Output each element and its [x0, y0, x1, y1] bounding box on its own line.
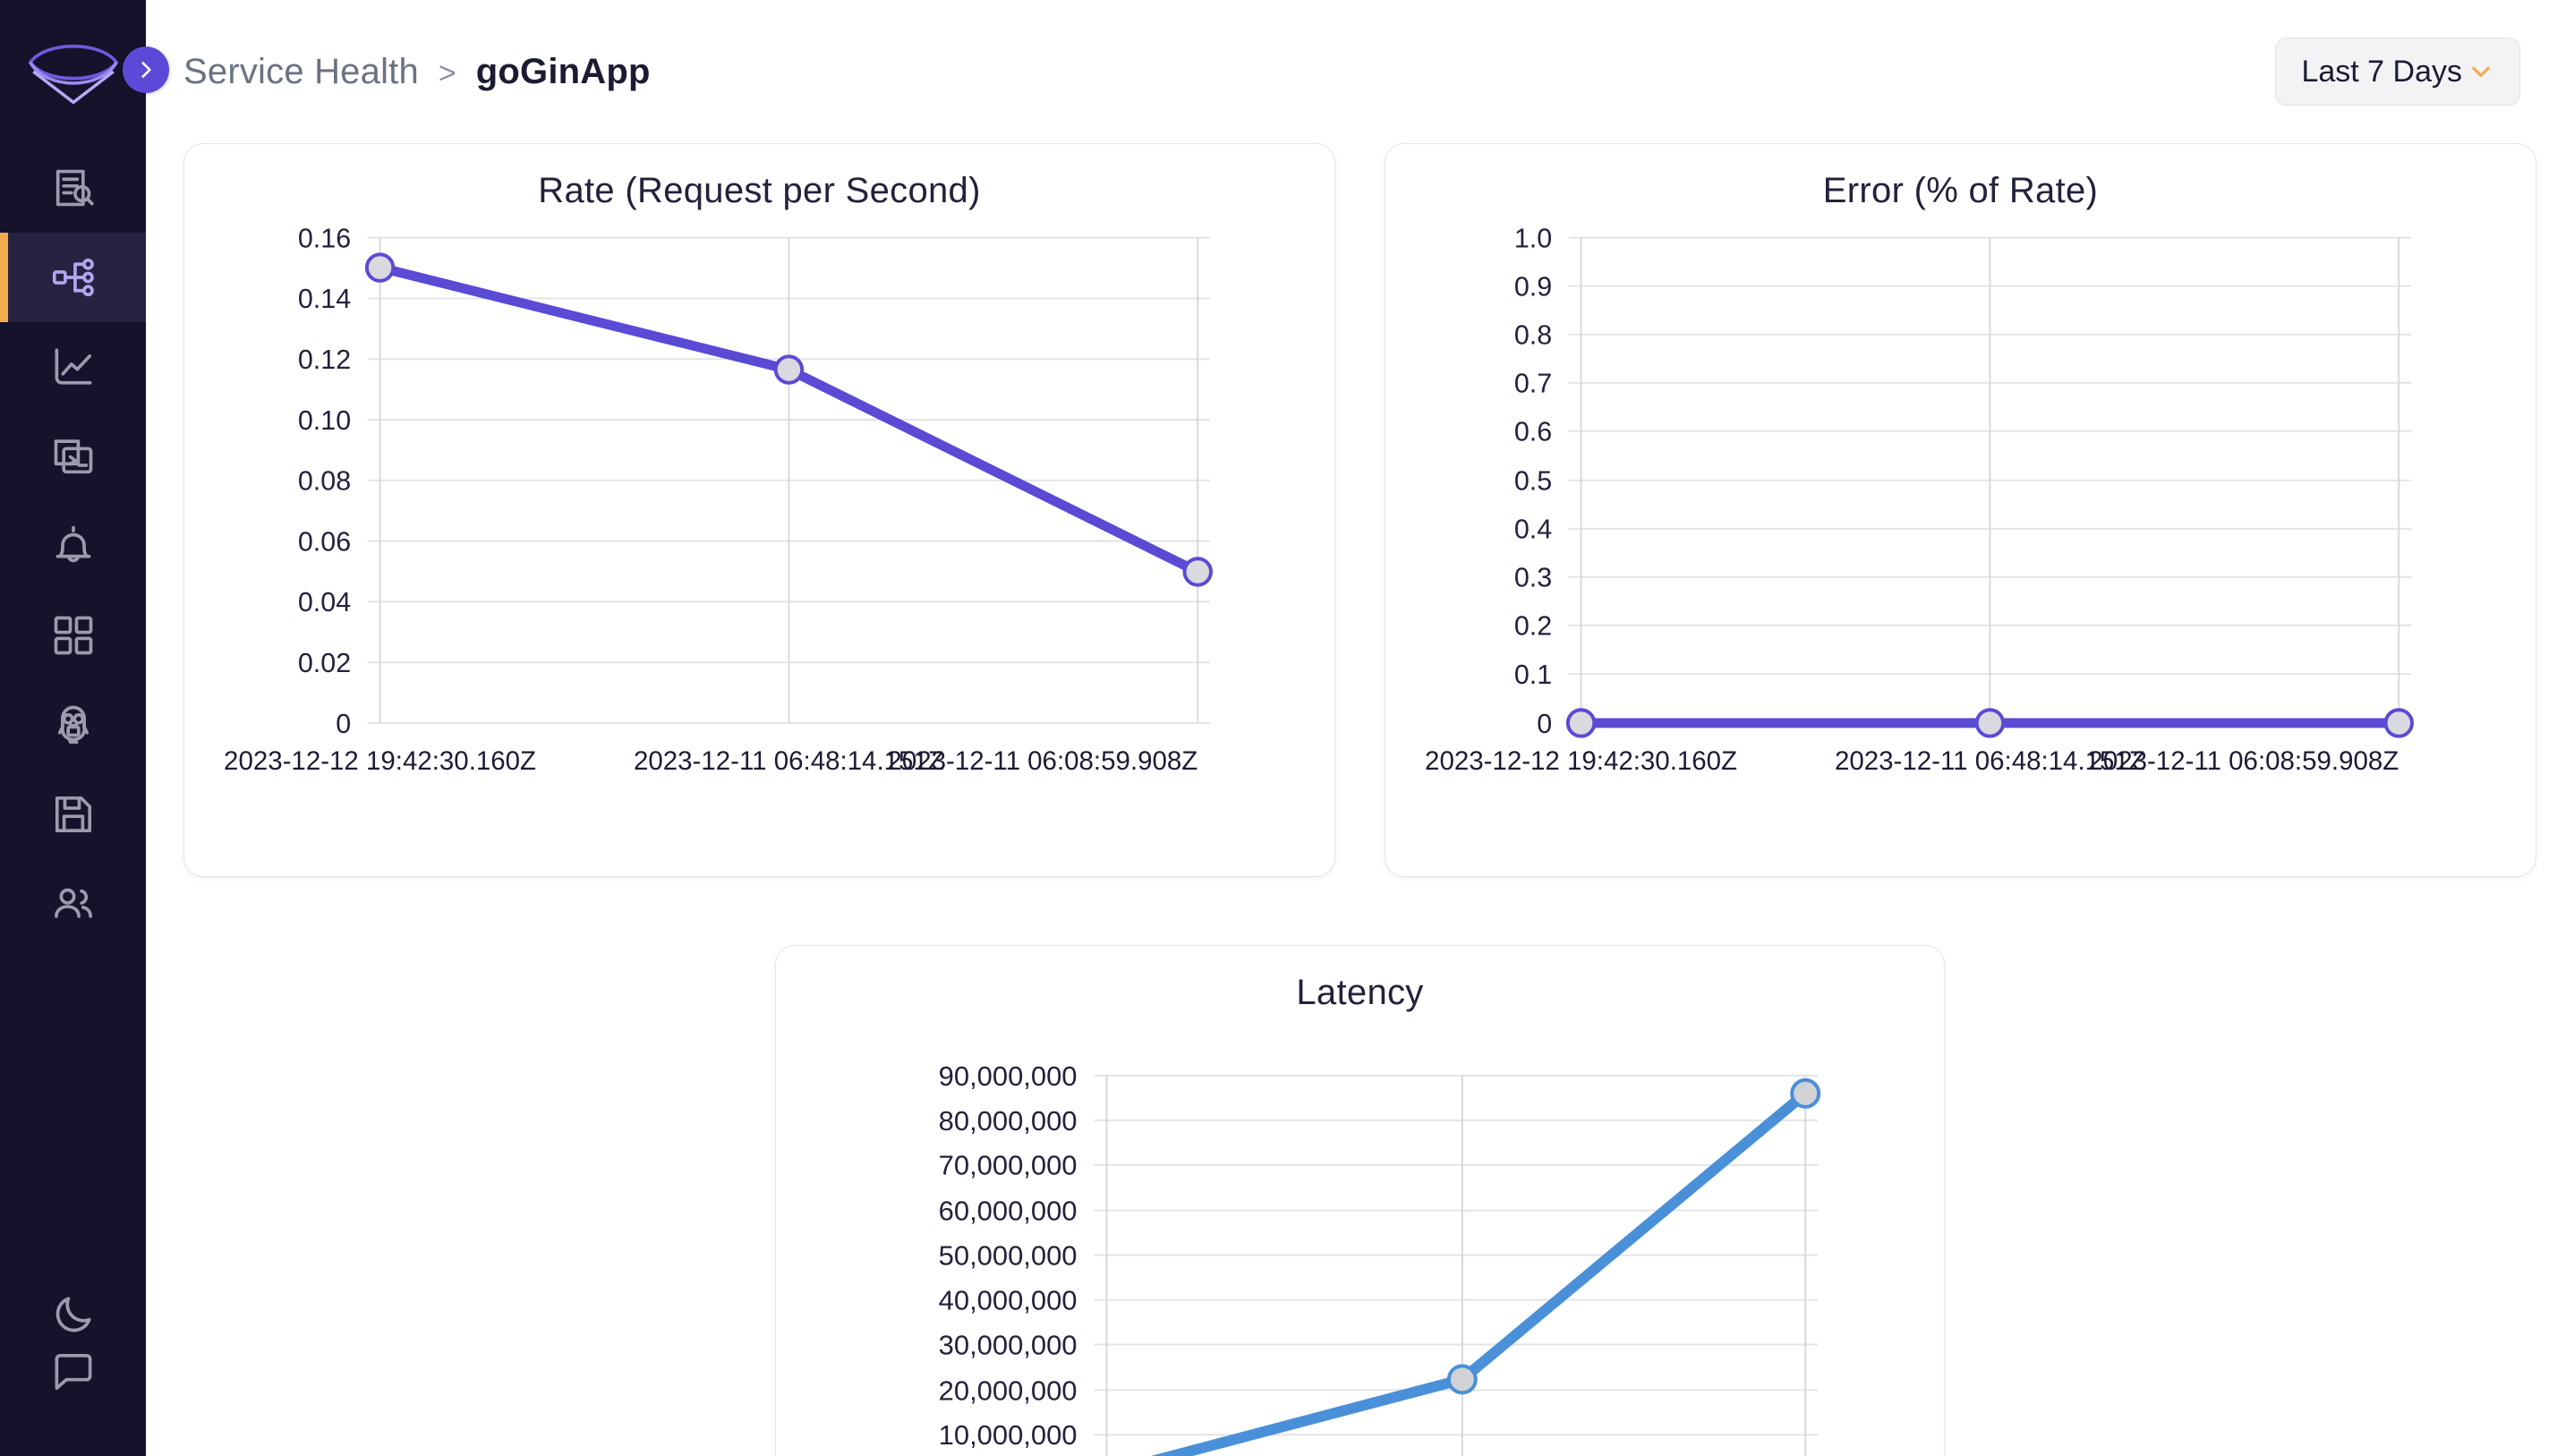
- sidebar-bottom-nav: [0, 1286, 146, 1456]
- rate-chart-card: Rate (Request per Second) 0.16 0.14 0.12…: [183, 143, 1335, 877]
- bell-alerts-icon: [55, 525, 90, 563]
- error-ytick: 0.8: [1514, 320, 1552, 351]
- error-chart-title: Error (% of Rate): [1822, 171, 2099, 210]
- chevron-right-icon: [141, 62, 151, 78]
- error-ytick: 0.3: [1514, 563, 1552, 593]
- sidebar-logo[interactable]: [0, 0, 169, 143]
- error-ytick: 0.7: [1514, 369, 1552, 399]
- sidebar-item-team[interactable]: [0, 859, 146, 949]
- sidebar-item-dashboards[interactable]: [0, 591, 146, 680]
- error-ytick: 0: [1537, 709, 1552, 739]
- sidebar-item-feedback[interactable]: [0, 1343, 146, 1401]
- latency-ytick: 10,000,000: [939, 1419, 1078, 1451]
- error-ytick: 0.2: [1514, 611, 1552, 642]
- log-search-icon: [55, 169, 94, 207]
- breadcrumb-separator: >: [438, 55, 456, 90]
- sidebar-nav: [0, 143, 146, 949]
- breadcrumb: Service Health > goGinApp: [183, 52, 651, 92]
- chevron-down-icon: [2472, 66, 2490, 77]
- latency-ytick: 50,000,000: [939, 1240, 1078, 1272]
- error-ytick: 0.9: [1514, 271, 1552, 302]
- save-disk-icon: [55, 796, 91, 833]
- latency-ytick: 70,000,000: [939, 1150, 1078, 1181]
- sidebar-item-console[interactable]: [0, 412, 146, 501]
- latency-chart-card: Latency 90,000,000 80,000,000 70,000,000…: [775, 945, 1945, 1456]
- app-root: Service Health > goGinApp Last 7 Days Ra…: [0, 0, 2574, 1456]
- top-bar: Service Health > goGinApp Last 7 Days: [146, 0, 2574, 143]
- moon-dark-mode-icon: [55, 1297, 91, 1333]
- error-xtick: 2023-12-12 19:42:30.160Z: [1425, 746, 1737, 776]
- error-chart-plot: 1.0 0.9 0.8 0.7 0.6 0.5 0.4 0.3 0.2 0.1 …: [1425, 223, 2414, 776]
- rate-ytick: 0.06: [298, 526, 351, 557]
- error-xtick: 2023-12-11 06:08:59.908Z: [2088, 746, 2399, 776]
- team-users-icon: [54, 888, 92, 918]
- rate-ytick: 0.16: [298, 223, 351, 253]
- service-map-icon: [52, 258, 94, 297]
- latency-ytick: 90,000,000: [939, 1060, 1078, 1092]
- rate-chart-plot: 0.16 0.14 0.12 0.10 0.08 0.06 0.04 0.02 …: [224, 223, 1213, 776]
- sidebar-item-service-health[interactable]: [0, 233, 146, 322]
- error-ytick: 0.4: [1514, 515, 1552, 545]
- date-range-label: Last 7 Days: [2301, 54, 2462, 89]
- rate-ytick: 0.14: [298, 284, 351, 314]
- sidebar-item-alerts[interactable]: [0, 501, 146, 591]
- grid-dashboard-icon: [54, 616, 92, 655]
- error-ytick: 0.6: [1514, 417, 1552, 447]
- sidebar: [0, 0, 169, 1456]
- sidebar-item-logs[interactable]: [0, 143, 146, 233]
- sidebar-collapse-button[interactable]: [123, 47, 169, 93]
- sidebar-item-dark-mode[interactable]: [0, 1286, 146, 1343]
- rate-ytick: 0.08: [298, 466, 351, 497]
- error-ytick: 0.5: [1514, 466, 1552, 497]
- owl-bot-icon: [57, 705, 89, 745]
- breadcrumb-leaf: goGinApp: [475, 51, 651, 91]
- latency-ytick: 80,000,000: [939, 1105, 1078, 1137]
- rate-ytick: 0.02: [298, 648, 351, 678]
- date-range-picker[interactable]: Last 7 Days: [2275, 38, 2520, 106]
- rate-ytick: 0.10: [298, 405, 351, 436]
- rate-xtick: 2023-12-12 19:42:30.160Z: [224, 746, 536, 776]
- error-chart-card: Error (% of Rate) 1.0 0.9 0.8 0.7 0.6 0.…: [1385, 143, 2536, 877]
- charts-row-top: Rate (Request per Second) 0.16 0.14 0.12…: [146, 143, 2574, 877]
- charts-row-bottom: Latency 90,000,000 80,000,000 70,000,000…: [146, 877, 2574, 1456]
- error-ytick: 1.0: [1514, 223, 1552, 253]
- rate-chart-title: Rate (Request per Second): [538, 171, 981, 210]
- latency-ytick: 30,000,000: [939, 1329, 1078, 1360]
- metrics-chart-icon: [55, 348, 91, 385]
- latency-ytick: 40,000,000: [939, 1284, 1078, 1316]
- sidebar-item-assistant[interactable]: [0, 680, 146, 770]
- breadcrumb-root[interactable]: Service Health: [183, 52, 419, 92]
- rate-ytick: 0: [336, 709, 351, 739]
- main-content: Service Health > goGinApp Last 7 Days Ra…: [146, 0, 2574, 1456]
- rate-ytick: 0.12: [298, 345, 351, 375]
- latency-chart-plot: 90,000,000 80,000,000 70,000,000 60,000,…: [939, 1060, 1821, 1456]
- chat-feedback-icon: [55, 1353, 91, 1391]
- rate-xtick: 2023-12-11 06:08:59.908Z: [887, 746, 1198, 776]
- latency-chart-title: Latency: [1296, 973, 1424, 1012]
- sidebar-item-metrics[interactable]: [0, 322, 146, 412]
- error-ytick: 0.1: [1514, 660, 1552, 690]
- layers-lens-logo: [28, 44, 118, 105]
- sidebar-item-saved-views[interactable]: [0, 770, 146, 859]
- latency-series-line: [1150, 1087, 1811, 1456]
- latency-ytick: 20,000,000: [939, 1375, 1078, 1406]
- rate-ytick: 0.04: [298, 587, 351, 617]
- latency-ytick: 60,000,000: [939, 1196, 1078, 1227]
- terminal-console-icon: [54, 439, 92, 474]
